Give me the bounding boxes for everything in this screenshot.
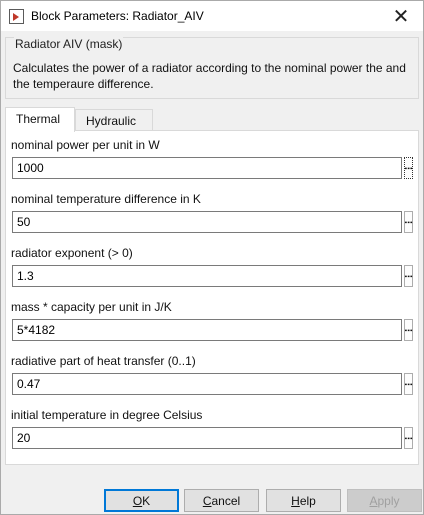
tab-thermal[interactable]: Thermal — [5, 107, 75, 132]
window-title: Block Parameters: Radiator_AIV — [31, 9, 204, 23]
vertical-ellipsis-icon: ⋮ — [403, 218, 414, 226]
vertical-ellipsis-icon: ⋮ — [403, 272, 414, 280]
mass-capacity-input[interactable] — [12, 319, 402, 341]
vertical-ellipsis-icon: ⋮ — [403, 164, 414, 172]
close-icon: ✕ — [392, 4, 410, 28]
mask-title: Radiator AIV (mask) — [14, 37, 124, 51]
mass-capacity-more-button[interactable]: ⋮ — [403, 319, 414, 341]
vertical-ellipsis-icon: ⋮ — [403, 434, 414, 442]
nominal-power-more-button[interactable]: ⋮ — [403, 157, 414, 179]
radiator-exponent-input[interactable] — [12, 265, 402, 287]
vertical-ellipsis-icon: ⋮ — [403, 380, 414, 388]
initial-temperature-label: initial temperature in degree Celsius — [11, 408, 203, 422]
tab-thermal-label: Thermal — [16, 112, 61, 126]
nominal-power-input[interactable] — [12, 157, 402, 179]
tab-hydraulic-label: Hydraulic — [86, 114, 137, 128]
mass-capacity-label: mass * capacity per unit in J/K — [11, 300, 172, 314]
mask-description-group: Radiator AIV (mask) Calculates the power… — [5, 37, 419, 99]
help-button-label: Help — [291, 493, 316, 508]
cancel-button[interactable]: Cancel — [184, 489, 259, 512]
simulink-block-icon — [9, 9, 24, 24]
block-parameters-dialog: Block Parameters: Radiator_AIV ✕ Radiato… — [0, 0, 424, 515]
apply-button[interactable]: Apply — [347, 489, 422, 512]
radiative-part-more-button[interactable]: ⋮ — [403, 373, 414, 395]
radiator-exponent-label: radiator exponent (> 0) — [11, 246, 133, 260]
thermal-tab-panel: nominal power per unit in W ⋮ nominal te… — [5, 130, 419, 465]
vertical-ellipsis-icon: ⋮ — [403, 326, 414, 334]
initial-temperature-input[interactable] — [12, 427, 402, 449]
nominal-temp-diff-input[interactable] — [12, 211, 402, 233]
title-bar: Block Parameters: Radiator_AIV ✕ — [1, 1, 423, 31]
nominal-temp-diff-label: nominal temperature difference in K — [11, 192, 201, 206]
tab-strip: Thermal Hydraulic — [5, 107, 421, 132]
ok-button[interactable]: OK — [104, 489, 179, 512]
initial-temperature-more-button[interactable]: ⋮ — [403, 427, 414, 449]
nominal-temp-diff-more-button[interactable]: ⋮ — [403, 211, 414, 233]
cancel-button-label: Cancel — [202, 493, 241, 508]
apply-button-label: Apply — [369, 493, 400, 508]
radiator-exponent-more-button[interactable]: ⋮ — [403, 265, 414, 287]
radiative-part-input[interactable] — [12, 373, 402, 395]
help-button[interactable]: Help — [266, 489, 341, 512]
tab-hydraulic[interactable]: Hydraulic — [75, 109, 153, 131]
mask-description: Calculates the power of a radiator accor… — [13, 61, 406, 91]
close-button[interactable]: ✕ — [379, 1, 423, 31]
nominal-power-label: nominal power per unit in W — [11, 138, 160, 152]
radiative-part-label: radiative part of heat transfer (0..1) — [11, 354, 196, 368]
ok-button-label: OK — [132, 493, 151, 508]
